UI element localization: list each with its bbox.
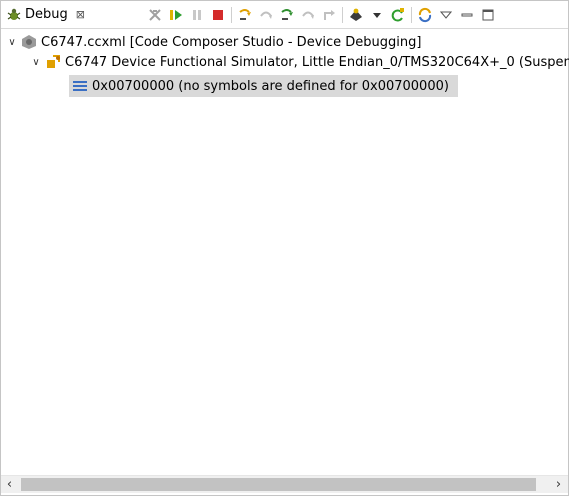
target-config-icon [21,34,37,50]
tab-label: Debug [25,7,68,22]
cpu-core-icon [45,54,61,70]
remove-all-terminated-icon[interactable] [146,6,164,24]
assembly-step-over-icon[interactable] [299,6,317,24]
chevron-down-icon[interactable]: ∨ [5,37,19,48]
tree-row-root[interactable]: ∨ C6747.ccxml [Code Composer Studio - De… [5,32,421,52]
tree-row-device[interactable]: ∨ C6747 Device Functional Simulator, Lit… [29,52,569,72]
stack-frame-icon [72,78,88,94]
reset-cpu-icon[interactable] [347,6,365,24]
terminate-icon[interactable] [209,6,227,24]
toolbar-separator [342,6,343,23]
step-into-icon[interactable] [236,6,254,24]
tree-root-label: C6747.ccxml [Code Composer Studio - Devi… [41,34,422,50]
debug-toolbar [146,1,500,28]
tree-device-label: C6747 Device Functional Simulator, Littl… [65,54,569,70]
debug-view: Debug ⊠ ∨ C6747.ccxml [Code Composer Stu… [0,0,569,496]
restart-icon[interactable] [389,6,407,24]
dropdown-arrow-icon[interactable] [368,6,386,24]
view-menu-icon[interactable] [437,6,455,24]
horizontal-scrollbar[interactable]: ‹ › [1,475,568,493]
connect-icon[interactable] [416,6,434,24]
assembly-step-return-icon[interactable] [320,6,338,24]
tab-debug[interactable]: Debug ⊠ [1,1,99,28]
resume-icon[interactable] [167,6,185,24]
debug-bug-icon [6,7,22,23]
maximize-icon[interactable] [479,6,497,24]
close-icon[interactable]: ⊠ [76,8,85,21]
scroll-right-icon[interactable]: › [550,476,567,493]
chevron-down-icon[interactable]: ∨ [29,57,43,68]
scroll-thumb[interactable] [21,478,536,491]
tree-frame-label: 0x00700000 (no symbols are defined for 0… [92,78,449,94]
toolbar-separator [411,6,412,23]
toolbar-separator [231,6,232,23]
minimize-icon[interactable] [458,6,476,24]
suspend-icon[interactable] [188,6,206,24]
tree-row-stack-frame[interactable]: 0x00700000 (no symbols are defined for 0… [69,75,458,97]
view-titlebar: Debug ⊠ [1,1,568,29]
step-return-icon[interactable] [278,6,296,24]
step-over-icon[interactable] [257,6,275,24]
scroll-left-icon[interactable]: ‹ [1,476,18,493]
